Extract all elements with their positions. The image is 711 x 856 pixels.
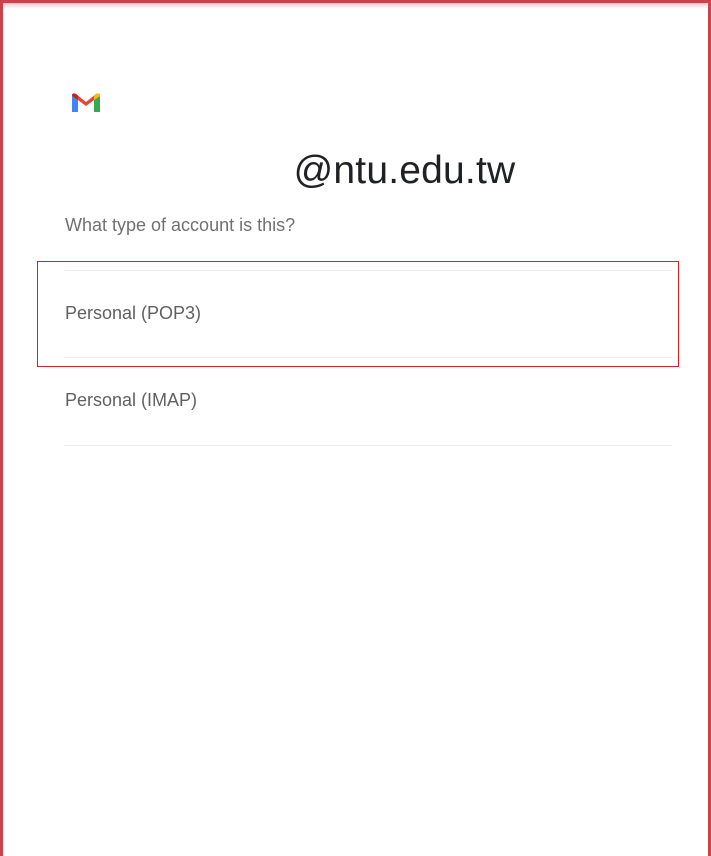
option-label: Personal (POP3) xyxy=(65,302,202,323)
account-domain-title: @ntu.edu.tw xyxy=(293,149,516,192)
option-personal-pop3[interactable]: Personal (POP3) xyxy=(65,270,671,356)
option-label: Personal (IMAP) xyxy=(65,389,198,410)
app-window: @ntu.edu.tw What type of account is this… xyxy=(0,0,711,856)
option-personal-imap[interactable]: Personal (IMAP) xyxy=(65,357,671,443)
window-top-edge xyxy=(3,3,711,9)
account-type-question: What type of account is this? xyxy=(65,215,296,235)
gmail-icon xyxy=(72,93,100,112)
divider xyxy=(65,445,671,446)
